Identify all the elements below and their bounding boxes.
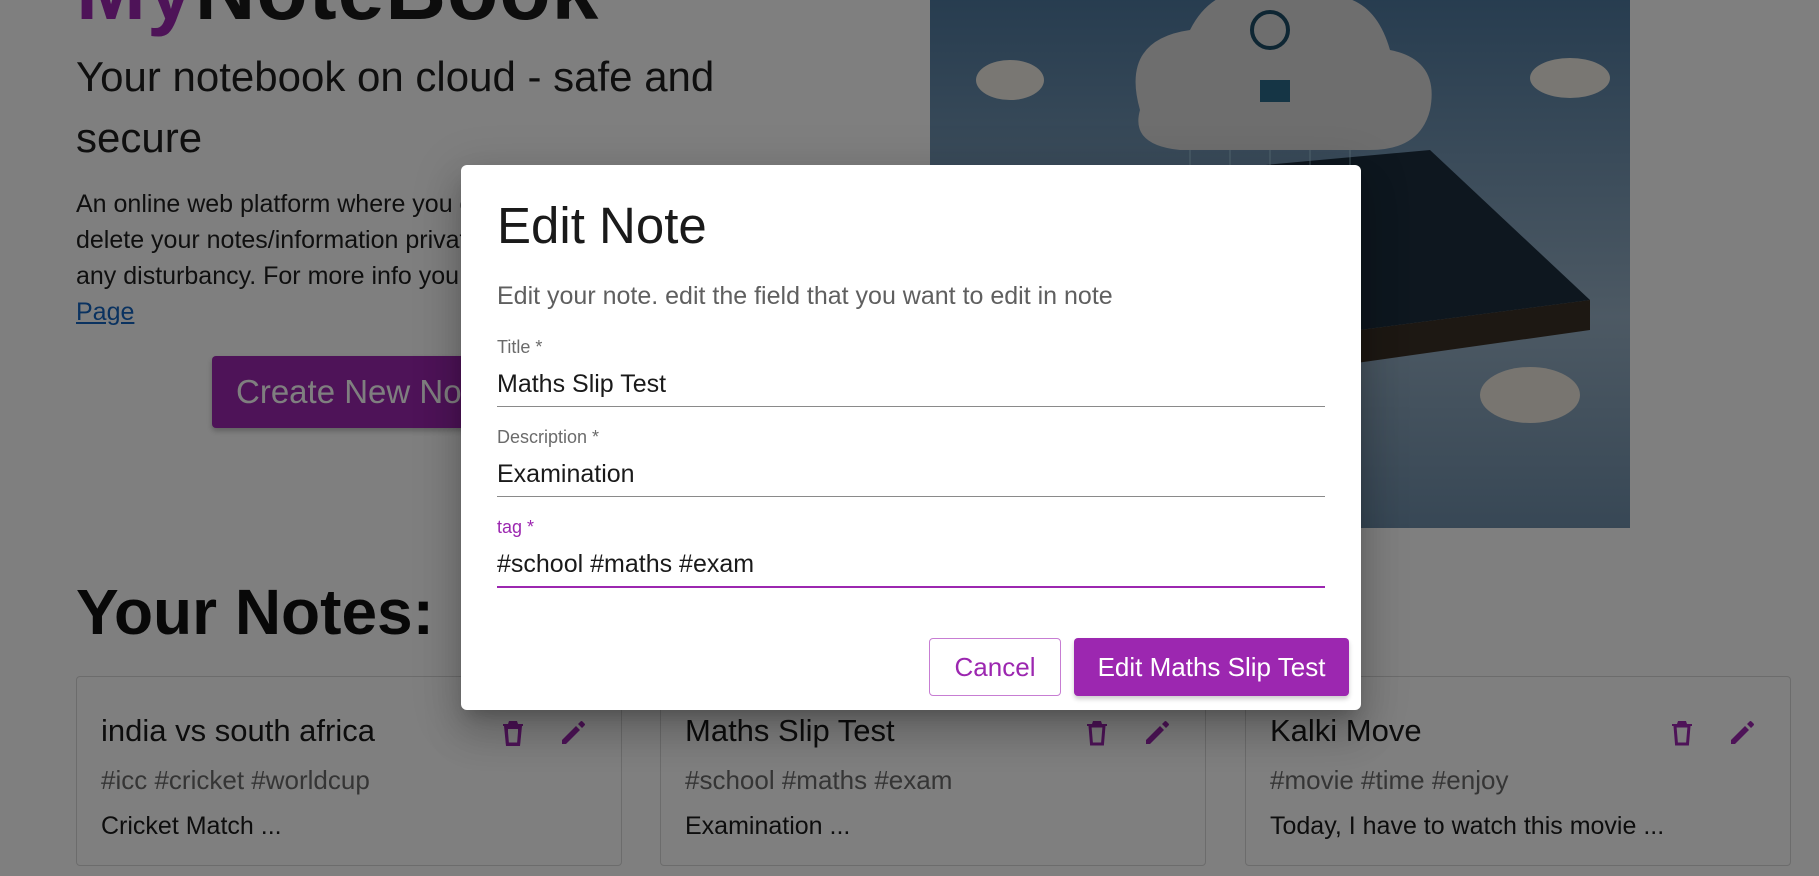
tag-input[interactable] bbox=[497, 542, 1325, 588]
title-label: Title * bbox=[497, 337, 543, 357]
tag-label: tag * bbox=[497, 517, 535, 537]
edit-note-dialog: Edit Note Edit your note. edit the field… bbox=[461, 165, 1361, 710]
title-input[interactable] bbox=[497, 362, 1325, 407]
page: MyNoteBook Your notebook on cloud - safe… bbox=[0, 0, 1819, 876]
edit-note-submit-button[interactable]: Edit Maths Slip Test bbox=[1074, 638, 1349, 696]
dialog-subtitle: Edit your note. edit the field that you … bbox=[497, 282, 1113, 310]
cancel-button[interactable]: Cancel bbox=[929, 638, 1061, 696]
description-input[interactable] bbox=[497, 452, 1325, 497]
dialog-title: Edit Note bbox=[497, 197, 707, 254]
description-label: Description * bbox=[497, 427, 600, 447]
